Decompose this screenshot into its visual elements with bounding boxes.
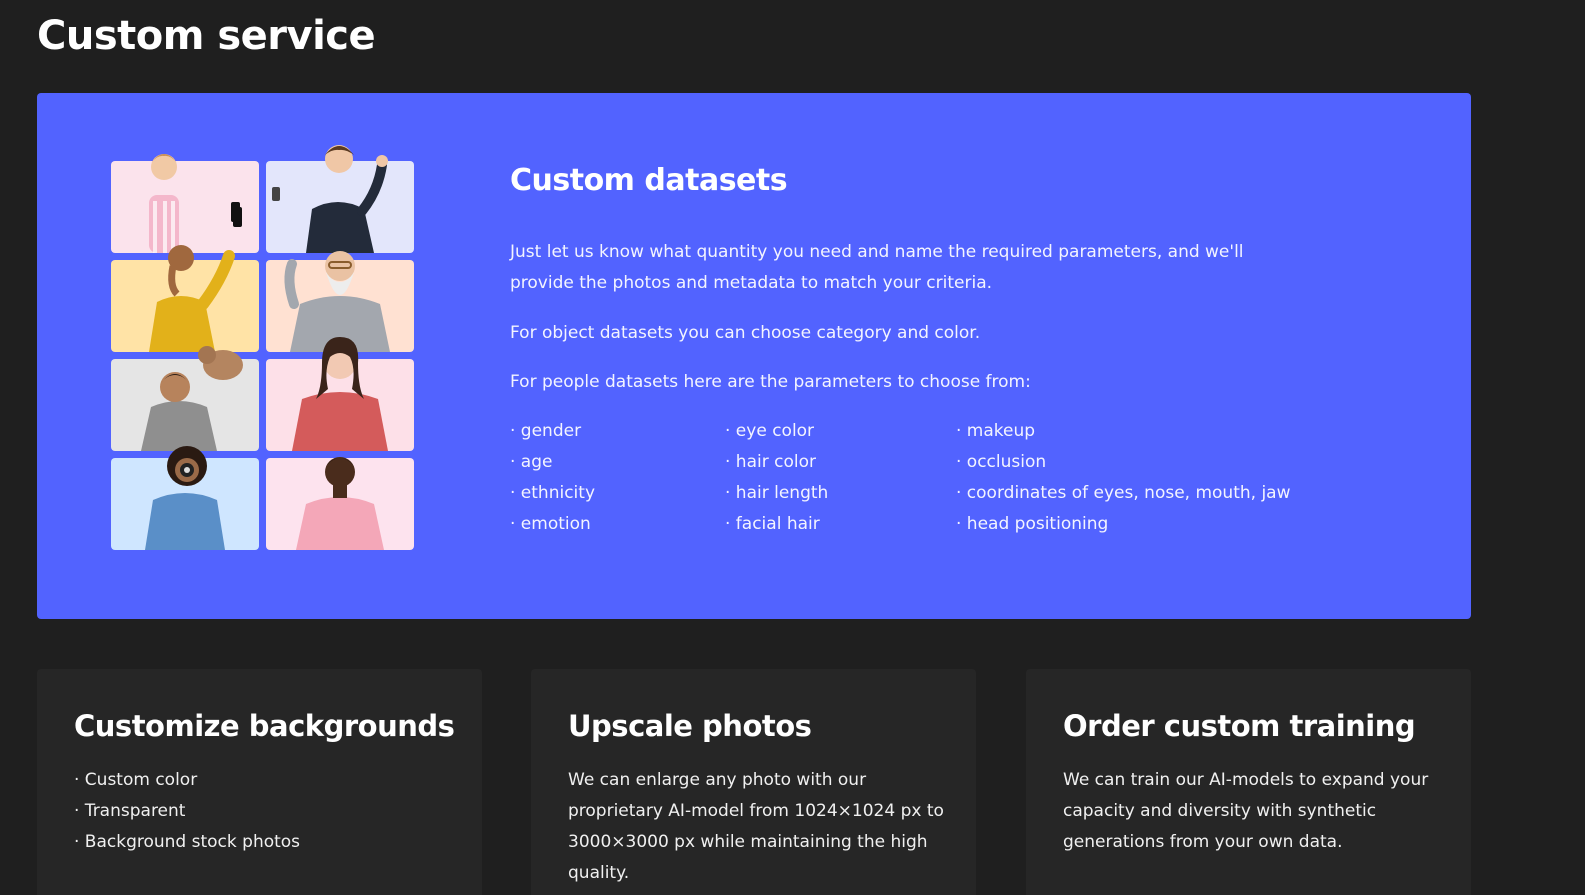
photo-photographer-camera	[111, 446, 259, 550]
card-title: Order custom training	[1063, 709, 1416, 743]
parameter-item: · ethnicity	[510, 483, 595, 503]
card-line: We can enlarge any photo with our	[568, 770, 867, 790]
card-line: quality.	[568, 863, 630, 883]
parameter-item: · eye color	[725, 421, 815, 441]
parameter-item: · emotion	[510, 514, 591, 534]
card-line: · Background stock photos	[74, 832, 301, 852]
upscale-photos-card: Upscale photos We can enlarge any photo …	[531, 669, 976, 895]
custom-datasets-heading: Custom datasets	[510, 163, 788, 198]
custom-datasets-panel: Custom datasets Just let us know what qu…	[37, 93, 1471, 619]
card-title: Upscale photos	[568, 709, 812, 743]
photo-woman-selfie	[111, 202, 259, 352]
people-photo-grid	[111, 145, 414, 551]
photo-woman-red-dress	[266, 337, 414, 451]
parameter-item: · hair color	[725, 452, 816, 472]
parameter-column-1: · gender · age · ethnicity · emotion	[510, 416, 595, 540]
photo-man-pink-shirt	[266, 457, 414, 550]
card-line: proprietary AI-model from 1024×1024 px t…	[568, 801, 944, 821]
card-line: · Transparent	[74, 801, 186, 821]
order-custom-training-card: Order custom training We can train our A…	[1026, 669, 1471, 895]
parameter-item: · head positioning	[956, 514, 1109, 534]
parameter-item: · hair length	[725, 483, 829, 503]
card-line: generations from your own data.	[1063, 832, 1343, 852]
parameter-item: · age	[510, 452, 553, 472]
people-datasets-paragraph: For people datasets here are the paramet…	[510, 372, 1031, 392]
parameter-item: · facial hair	[725, 514, 820, 534]
parameter-item: · occlusion	[956, 452, 1047, 472]
page-title: Custom service	[37, 13, 376, 59]
card-line: 3000×3000 px while maintaining the high	[568, 832, 928, 852]
card-line: · Custom color	[74, 770, 198, 790]
card-body: We can train our AI-models to expand you…	[1063, 765, 1443, 858]
object-datasets-paragraph: For object datasets you can choose categ…	[510, 323, 981, 343]
card-body: · Custom color · Transparent · Backgroun…	[74, 765, 454, 858]
photo-man-phone-excited	[266, 145, 414, 253]
parameter-item: · makeup	[956, 421, 1036, 441]
card-title: Customize backgrounds	[74, 709, 455, 743]
page: Custom service Custom datasets Just let …	[0, 0, 1585, 895]
parameter-column-2: · eye color · hair color · hair length ·…	[725, 416, 828, 540]
card-body: We can enlarge any photo with our propri…	[568, 765, 948, 889]
parameter-column-3: · makeup · occlusion · coordinates of ey…	[956, 416, 1291, 540]
card-line: capacity and diversity with synthetic	[1063, 801, 1377, 821]
parameter-item: · coordinates of eyes, nose, mouth, jaw	[956, 483, 1291, 503]
photo-man-with-dog	[111, 346, 259, 451]
custom-datasets-text: Custom datasets Just let us know what qu…	[510, 161, 1310, 534]
customize-backgrounds-card: Customize backgrounds · Custom color · T…	[37, 669, 482, 895]
card-line: We can train our AI-models to expand you…	[1063, 770, 1429, 790]
intro-paragraph: Just let us know what quantity you need …	[510, 242, 1244, 293]
parameter-item: · gender	[510, 421, 582, 441]
